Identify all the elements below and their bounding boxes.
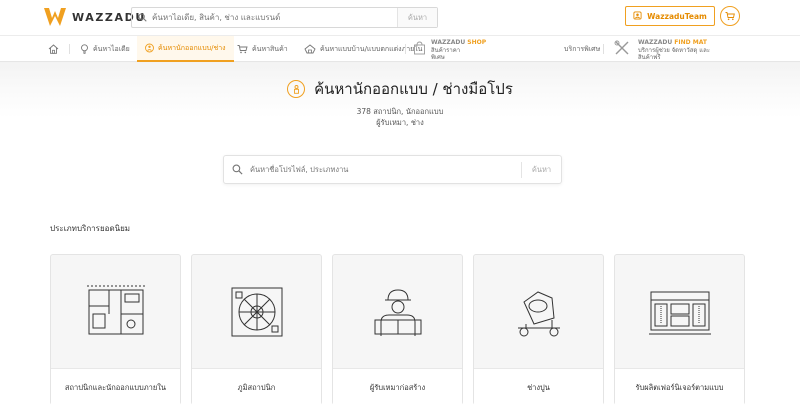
header-search-bar: ค้นหา [131, 7, 438, 28]
cart-icon [237, 44, 248, 54]
main-nav: ค้นหาไอเดีย ค้นหานักออกแบบ/ช่าง ค้นหาสิน… [0, 36, 800, 62]
team-button-label: WazzaduTeam [647, 11, 707, 21]
landscape-icon [192, 255, 321, 368]
nav-divider [603, 44, 604, 54]
team-icon [633, 10, 642, 22]
cart-icon [725, 12, 735, 21]
shop-brand-suffix: SHOP [467, 39, 487, 46]
shop-line-2: พิเศษ [431, 54, 445, 61]
wazzadu-team-button[interactable]: WazzaduTeam [625, 6, 715, 26]
lightbulb-icon [80, 44, 89, 54]
furniture-icon [615, 255, 744, 368]
nav-divider [69, 44, 70, 54]
findmat-brand-name: WAZZADU [638, 39, 673, 46]
nav-find-designers[interactable]: ค้นหานักออกแบบ/ช่าง [137, 36, 234, 62]
header-search-button[interactable]: ค้นหา [397, 8, 437, 27]
nav-divider [405, 44, 406, 54]
service-card-label: ภูมิสถาปนิก [192, 368, 321, 405]
service-card-mason[interactable]: ช่างปูน [473, 254, 604, 405]
shop-brand-name: WAZZADU [431, 39, 466, 46]
popular-services-heading: ประเภทบริการยอดนิยม [50, 224, 131, 233]
nav-wazzadu-findmat[interactable]: WAZZADU FIND MAT บริการผู้ช่วย จัดหาวัสด… [614, 39, 710, 62]
designer-search-button[interactable]: ค้นหา [521, 161, 561, 178]
designer-search-input[interactable] [250, 156, 521, 183]
nav-label: ค้นหาสินค้า [252, 44, 288, 53]
floorplan-icon [51, 255, 180, 368]
top-header: WAZZADU ค้นหา WazzaduTeam [0, 0, 800, 36]
designer-icon [145, 43, 154, 53]
nav-label: ค้นหาไอเดีย [93, 44, 130, 53]
page-title: ค้นหานักออกแบบ / ช่างมือโปร [314, 80, 513, 98]
findmat-line-2: สินค้าฟรี [638, 54, 661, 61]
designer-search-bar: ค้นหา [223, 155, 562, 184]
nav-label: บริการพิเศษ [564, 44, 601, 53]
nav-home[interactable] [48, 36, 59, 62]
header-search-input[interactable] [152, 8, 397, 27]
tools-icon [614, 40, 629, 55]
home-icon [48, 44, 59, 54]
service-card-label: ช่างปูน [474, 368, 603, 405]
house-plan-icon [304, 44, 316, 54]
nav-special-service[interactable]: บริการพิเศษ [564, 36, 600, 62]
designer-badge-icon [287, 80, 306, 98]
service-card-label: สถาปนิกและนักออกแบบภายใน [51, 368, 180, 405]
service-category-grid: สถาปนิกและนักออกแบบภายใน ภูมิสถาปนิก ผู้ [50, 254, 750, 405]
hero-count-line-2: ผู้รับเหมา, ช่าง [376, 118, 424, 127]
nav-find-products[interactable]: ค้นหาสินค้า [237, 36, 288, 62]
shop-brand: WAZZADU SHOP [431, 39, 486, 46]
logo-mark-icon [44, 8, 66, 26]
service-card-landscape[interactable]: ภูมิสถาปนิก [191, 254, 322, 405]
findmat-brand-suffix: FIND MAT [674, 39, 707, 46]
findmat-brand: WAZZADU FIND MAT [638, 39, 707, 46]
cart-button[interactable] [720, 6, 740, 26]
nav-find-ideas[interactable]: ค้นหาไอเดีย [80, 36, 130, 62]
service-card-label: รับผลิตเฟอร์นิเจอร์ตามแบบ [615, 368, 744, 405]
nav-label: ค้นหาแบบบ้าน/แบบตกแต่งภายใน [320, 44, 423, 53]
nav-wazzadu-shop[interactable]: WAZZADU SHOP สินค้าราคา พิเศษ [413, 39, 486, 62]
search-icon [224, 164, 250, 175]
service-card-architect[interactable]: สถาปนิกและนักออกแบบภายใน [50, 254, 181, 405]
cement-mixer-icon [474, 255, 603, 368]
service-card-contractor[interactable]: ผู้รับเหมาก่อสร้าง [332, 254, 463, 405]
hero-heading: ค้นหานักออกแบบ / ช่างมือโปร [0, 77, 800, 101]
contractor-icon [333, 255, 462, 368]
search-icon [132, 13, 152, 22]
nav-label: ค้นหานักออกแบบ/ช่าง [158, 43, 226, 52]
shop-bag-icon [414, 41, 425, 55]
shop-line-1: สินค้าราคา [431, 46, 461, 54]
service-card-furniture[interactable]: รับผลิตเฟอร์นิเจอร์ตามแบบ [614, 254, 745, 405]
service-card-label: ผู้รับเหมาก่อสร้าง [333, 368, 462, 405]
findmat-line-1: บริการผู้ช่วย จัดหาวัสดุ และ [638, 46, 710, 54]
